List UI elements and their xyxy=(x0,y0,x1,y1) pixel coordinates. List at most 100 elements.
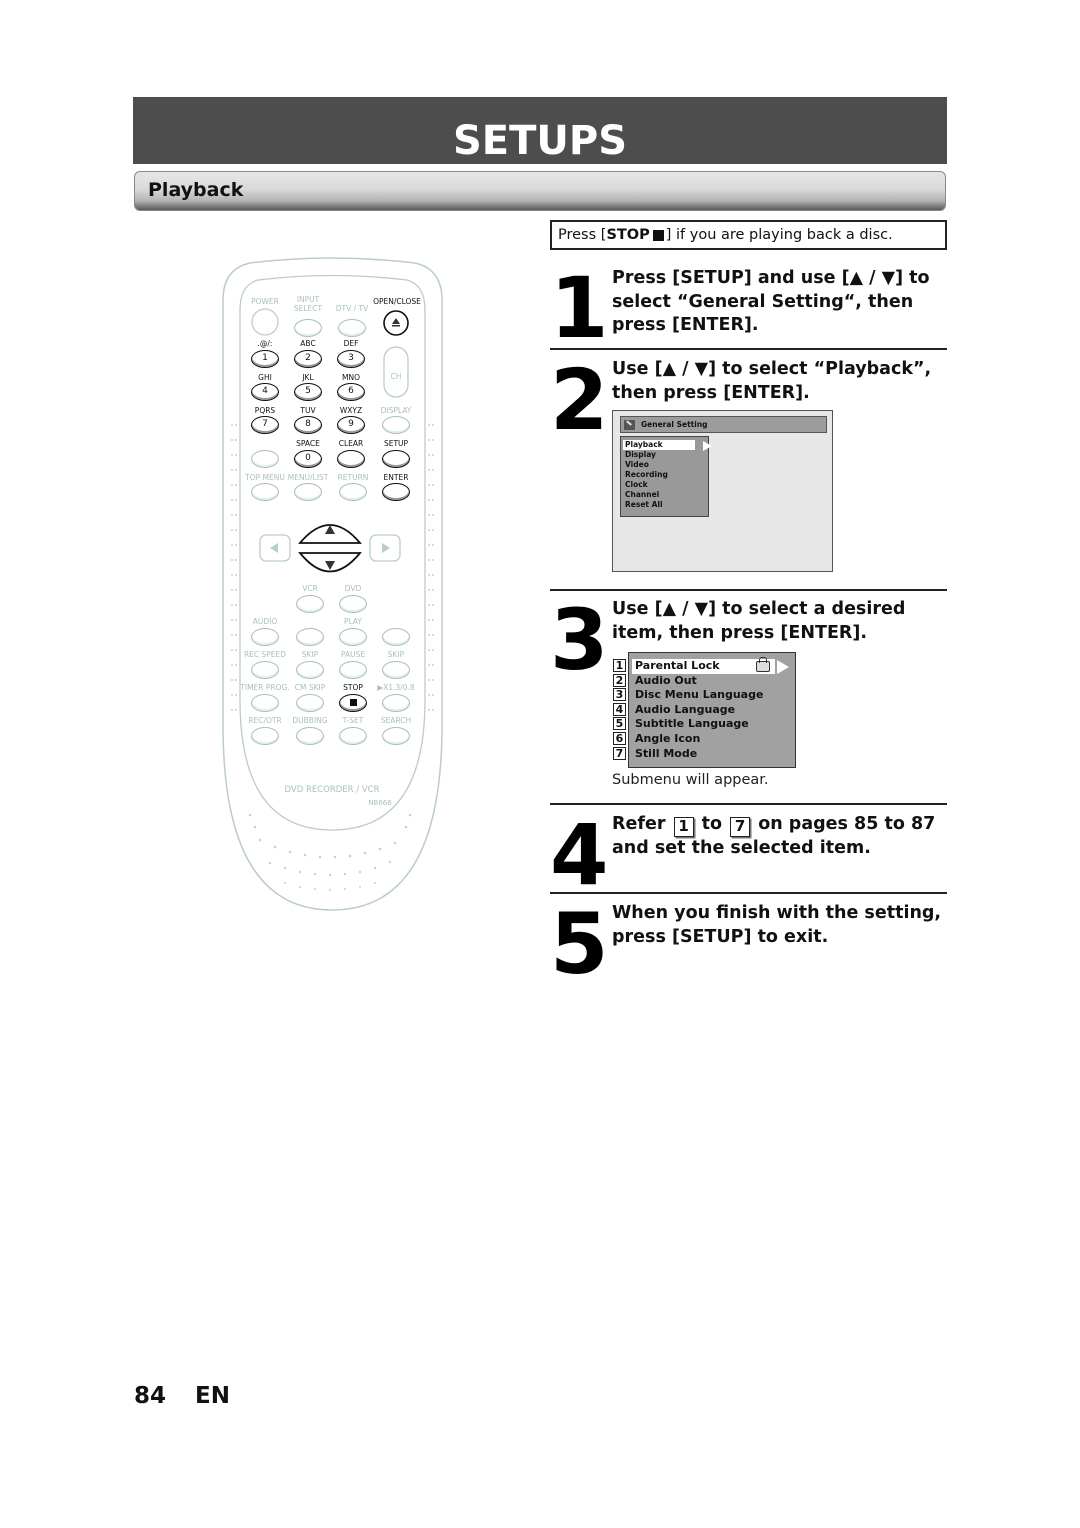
page-language: EN xyxy=(195,1383,230,1409)
enter-label: ENTER xyxy=(383,473,409,482)
play-label: PLAY xyxy=(343,617,362,626)
speed-button xyxy=(382,694,410,712)
step-text: When you finish with the setting, press … xyxy=(612,903,942,947)
divider xyxy=(550,892,947,894)
menu-item-disc-menu-language[interactable]: Disc Menu Language xyxy=(632,688,795,703)
input-select-label-1: INPUT xyxy=(296,295,320,304)
rec-speed-button xyxy=(251,661,279,679)
speed-label: ▶X1.3/0.8 xyxy=(377,683,415,692)
key-5-button: 5 xyxy=(294,383,322,401)
step-text: Press [SETUP] and use [▲ / ▼] to select … xyxy=(612,268,930,335)
step-number: 1 xyxy=(550,259,608,357)
dubbing-button xyxy=(296,727,324,745)
ref-box-from: 1 xyxy=(673,817,694,837)
step-number: 2 xyxy=(550,351,608,449)
menu-item-video[interactable]: Video xyxy=(621,460,708,470)
notice-suffix: ] if you are playing back a disc. xyxy=(665,227,893,243)
menu-item-channel[interactable]: Channel xyxy=(621,490,708,500)
step-1: 1 Press [SETUP] and use [▲ / ▼] to selec… xyxy=(550,266,947,350)
stop-icon xyxy=(652,229,664,241)
item-number-column: 1 2 3 4 5 6 7 xyxy=(613,659,627,761)
setup-label: SETUP xyxy=(383,439,409,448)
step-text: Use [▲ / ▼] to select “Playback”, then p… xyxy=(612,359,932,403)
step-4: 4 Refer 1 to 7 on pages 85 to 87 and set… xyxy=(550,813,947,897)
rewind-button xyxy=(296,628,324,646)
lock-icon xyxy=(756,657,770,672)
vcr-button xyxy=(296,595,324,613)
dash-button xyxy=(251,450,279,468)
menu-item-clock[interactable]: Clock xyxy=(621,480,708,490)
menu-list-button xyxy=(294,483,322,501)
stop-icon xyxy=(349,699,357,706)
stop-button xyxy=(339,694,367,712)
input-select-button xyxy=(294,319,322,337)
section-title: Playback xyxy=(148,179,244,201)
notice-prefix: Press [ xyxy=(558,227,607,243)
general-setting-title: General Setting xyxy=(641,420,708,429)
page-title-bar: SETUPS xyxy=(133,97,947,164)
key-4-button: 4 xyxy=(251,383,279,401)
menu-item-reset-all[interactable]: Reset All xyxy=(621,500,708,510)
menu-item-playback[interactable]: Playback xyxy=(623,440,695,450)
menu-item-display[interactable]: Display xyxy=(621,450,708,460)
skip-forward-button xyxy=(382,661,410,679)
step-text-part: to xyxy=(701,814,723,834)
page-number: 84 xyxy=(134,1383,167,1409)
search-label: SEARCH xyxy=(380,716,412,725)
arrow-right-icon xyxy=(703,441,712,451)
dtv-tv-button xyxy=(338,319,366,337)
skip-forward-label: SKIP xyxy=(387,650,405,659)
clear-button xyxy=(337,450,365,468)
t-set-button xyxy=(339,727,367,745)
key-1-button: 1 xyxy=(251,350,279,368)
item-number: 1 xyxy=(613,659,626,672)
item-number: 6 xyxy=(613,731,626,745)
divider xyxy=(550,589,947,591)
menu-item-angle-icon[interactable]: Angle Icon xyxy=(632,732,795,747)
step-number: 4 xyxy=(550,806,608,904)
audio-button xyxy=(251,628,279,646)
general-setting-menu: Playback Display Video Recording Clock C… xyxy=(620,436,712,517)
step-2: 2 Use [▲ / ▼] to select “Playback”, then… xyxy=(550,358,947,442)
step-text-part: Refer xyxy=(612,814,666,834)
page-title: SETUPS xyxy=(452,118,628,164)
step-5: 5 When you finish with the setting, pres… xyxy=(550,902,947,986)
ref-box-to: 7 xyxy=(730,817,751,837)
remote-control-illustration: POWER INPUT SELECT DTV / TV OPEN/CLOSE .… xyxy=(220,255,445,915)
key-7-button: 7 xyxy=(251,416,279,434)
step-number: 5 xyxy=(550,895,608,993)
key-6-button: 6 xyxy=(337,383,365,401)
play-button xyxy=(339,628,367,646)
step-text: Refer 1 to 7 on pages 85 to 87 and set t… xyxy=(612,813,947,861)
key-0-button: 0 xyxy=(294,450,322,468)
key-2-button: 2 xyxy=(294,350,322,368)
rec-otr-button xyxy=(251,727,279,745)
skip-back-button xyxy=(296,661,324,679)
key-8-button: 8 xyxy=(294,416,322,434)
menu-item-still-mode[interactable]: Still Mode xyxy=(632,747,795,762)
general-setting-header: General Setting xyxy=(620,416,827,433)
key-6-letters: MNO xyxy=(342,373,360,382)
dvd-label: DVD xyxy=(344,584,362,593)
search-button xyxy=(382,727,410,745)
menu-item-audio-out[interactable]: Audio Out xyxy=(632,674,795,689)
section-header: Playback xyxy=(134,171,946,211)
remote-model-label: NB666 xyxy=(368,799,392,807)
submenu-note: Submenu will appear. xyxy=(612,772,769,788)
menu-item-parental-lock[interactable]: Parental Lock xyxy=(632,659,775,674)
general-setting-screen: General Setting Playback Display Video R… xyxy=(612,410,833,572)
open-close-label: OPEN/CLOSE xyxy=(373,297,421,306)
divider xyxy=(550,803,947,805)
menu-item-subtitle-language[interactable]: Subtitle Language xyxy=(632,717,795,732)
notice-stop-label: STOP xyxy=(606,227,650,243)
dvd-button xyxy=(339,595,367,613)
cm-skip-button xyxy=(296,694,324,712)
step-number: 3 xyxy=(550,591,608,689)
menu-item-recording[interactable]: Recording xyxy=(621,470,708,480)
menu-item-audio-language[interactable]: Audio Language xyxy=(632,703,795,718)
display-button xyxy=(382,416,410,434)
item-number: 7 xyxy=(613,746,626,760)
item-number: 4 xyxy=(613,702,626,716)
divider xyxy=(550,348,947,350)
stop-notice: Press [STOP ] if you are playing back a d… xyxy=(550,220,947,250)
